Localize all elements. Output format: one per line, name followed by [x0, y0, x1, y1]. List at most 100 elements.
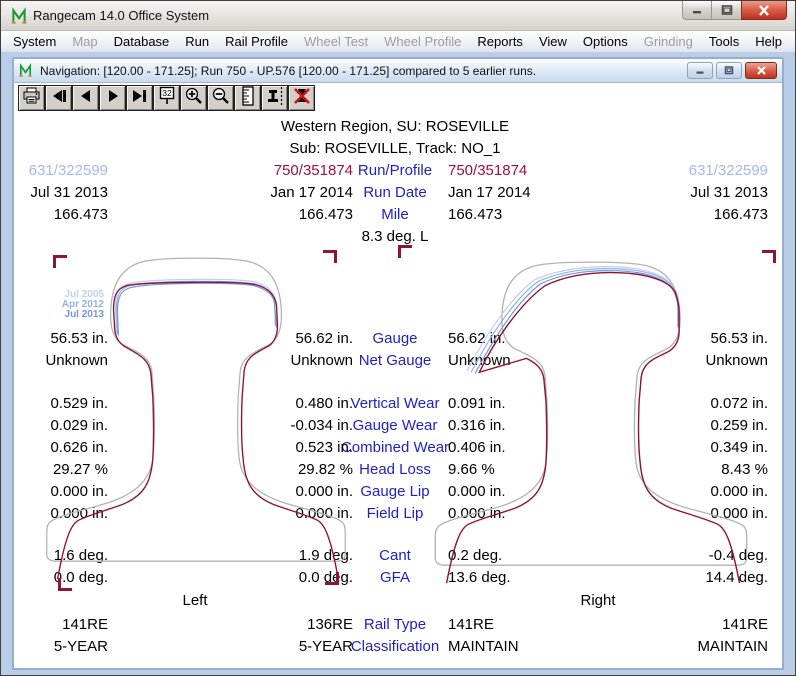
cell-classification-1: 5-YEAR — [22, 638, 108, 655]
title-bar[interactable]: Rangecam 14.0 Office System — [1, 1, 795, 31]
menu-item-wheel-profile: Wheel Profile — [376, 32, 469, 51]
nav-restore-button[interactable] — [716, 62, 742, 79]
cell-net-gauge-4: Unknown — [574, 352, 768, 369]
menu-item-options[interactable]: Options — [575, 32, 636, 51]
printer-icon — [22, 87, 41, 110]
cell-gfa-4: 14.4 deg. — [574, 569, 768, 586]
minimize-icon — [691, 5, 703, 15]
menu-item-help[interactable]: Help — [747, 32, 790, 51]
cell-rail-type-1: 141RE — [22, 616, 108, 633]
gauge-corner-marker — [53, 255, 67, 268]
nav-close-button[interactable] — [745, 62, 777, 79]
gauge-corner-marker — [323, 250, 337, 263]
cell-run-date-2: Jan 17 2014 — [164, 184, 353, 201]
close-icon — [757, 5, 771, 16]
cell-gauge-lip-1: 0.000 in. — [22, 483, 108, 500]
curvature-value: 8.3 deg. L — [315, 228, 475, 245]
first-run-button[interactable] — [45, 85, 72, 111]
window-title: Rangecam 14.0 Office System — [33, 8, 209, 23]
nav-restore-icon — [724, 66, 734, 75]
next-run-button[interactable] — [99, 85, 126, 111]
menu-item-rail-profile[interactable]: Rail Profile — [217, 32, 296, 51]
last-run-button[interactable] — [126, 85, 153, 111]
cancel-button[interactable] — [288, 85, 315, 111]
cell-head-loss-2: 29.82 % — [164, 461, 353, 478]
menu-item-reports[interactable]: Reports — [469, 32, 531, 51]
navigation-title-bar[interactable]: Navigation: [120.00 - 171.25]; Run 750 -… — [14, 59, 782, 83]
zoom-out-icon — [211, 86, 231, 111]
cell-net-gauge-1: Unknown — [22, 352, 108, 369]
track-header: Sub: ROSEVILLE, Track: NO_1 — [195, 140, 595, 157]
cell-run-profile-4: 631/322599 — [574, 162, 768, 179]
app-window: Rangecam 14.0 Office System SystemMapDat… — [0, 0, 796, 676]
cell-cant-1: 1.6 deg. — [22, 547, 108, 564]
menu-bar: SystemMapDatabaseRunRail ProfileWheel Te… — [1, 31, 795, 53]
zoom-out-button[interactable] — [207, 85, 234, 111]
maximize-button[interactable] — [712, 1, 741, 20]
legend-run-date: Jul 2013 — [34, 309, 104, 320]
cell-run-profile-2: 750/351874 — [164, 162, 353, 179]
previous-run-icon — [78, 88, 94, 109]
printer-button[interactable] — [18, 85, 45, 111]
cell-classification-4: MAINTAIN — [574, 638, 768, 655]
app-logo-icon — [10, 7, 28, 30]
cell-mile-2: 166.473 — [164, 206, 353, 223]
profile-marker-icon — [265, 86, 285, 111]
cell-gauge-wear-2: -0.034 in. — [164, 417, 353, 434]
navigation-window: Navigation: [120.00 - 171.25]; Run 750 -… — [12, 57, 784, 670]
cell-gauge-4: 56.53 in. — [574, 330, 768, 347]
menu-item-map: Map — [64, 32, 105, 51]
cell-gauge-wear-1: 0.029 in. — [22, 417, 108, 434]
cell-run-date-4: Jul 31 2013 — [574, 184, 768, 201]
cell-vertical-wear-1: 0.529 in. — [22, 395, 108, 412]
navigation-logo-icon — [18, 63, 33, 83]
svg-text:32: 32 — [162, 88, 172, 98]
cell-cant-2: 1.9 deg. — [164, 547, 353, 564]
menu-item-wheel-test: Wheel Test — [296, 32, 376, 51]
cell-rail-type-4: 141RE — [574, 616, 768, 633]
menu-item-tools[interactable]: Tools — [701, 32, 747, 51]
milepost-32-button[interactable]: 32 — [153, 85, 180, 111]
cell-net-gauge-2: Unknown — [164, 352, 353, 369]
cell-mile-4: 166.473 — [574, 206, 768, 223]
cell-field-lip-4: 0.000 in. — [574, 505, 768, 522]
cell-cant-4: -0.4 deg. — [574, 547, 768, 564]
menu-item-run[interactable]: Run — [177, 32, 217, 51]
profile-marker-button[interactable] — [261, 85, 288, 111]
right-rail-label: Right — [548, 592, 648, 609]
cell-field-lip-2: 0.000 in. — [164, 505, 353, 522]
menu-item-grinding: Grinding — [636, 32, 701, 51]
zoom-in-button[interactable] — [180, 85, 207, 111]
cell-gauge-lip-4: 0.000 in. — [574, 483, 768, 500]
nav-minimize-icon — [695, 66, 705, 75]
cell-field-lip-1: 0.000 in. — [22, 505, 108, 522]
menu-item-database[interactable]: Database — [106, 32, 178, 51]
minimize-button[interactable] — [682, 1, 712, 20]
previous-run-button[interactable] — [72, 85, 99, 111]
menu-item-view[interactable]: View — [531, 32, 575, 51]
ruler-icon — [239, 86, 257, 111]
cell-mile-1: 166.473 — [22, 206, 108, 223]
maximize-icon — [721, 5, 733, 15]
milepost-32-icon: 32 — [157, 86, 177, 111]
close-button[interactable] — [741, 1, 787, 20]
region-header: Western Region, SU: ROSEVILLE — [195, 118, 595, 135]
last-run-icon — [131, 88, 149, 109]
cell-vertical-wear-2: 0.480 in. — [164, 395, 353, 412]
zoom-in-icon — [184, 86, 204, 111]
menu-item-system[interactable]: System — [5, 32, 64, 51]
cell-head-loss-1: 29.27 % — [22, 461, 108, 478]
cell-vertical-wear-4: 0.072 in. — [574, 395, 768, 412]
nav-minimize-button[interactable] — [687, 62, 713, 79]
rail-comparison-view: Western Region, SU: ROSEVILLE Sub: ROSEV… — [14, 113, 782, 668]
cell-gauge-2: 56.62 in. — [164, 330, 353, 347]
ruler-button[interactable] — [234, 85, 261, 111]
base-corner-marker — [58, 578, 72, 591]
cancel-icon — [292, 86, 312, 111]
cell-gauge-wear-4: 0.259 in. — [574, 417, 768, 434]
cell-head-loss-4: 8.43 % — [574, 461, 768, 478]
first-run-icon — [50, 88, 68, 109]
nav-close-icon — [756, 66, 767, 75]
cell-gauge-lip-2: 0.000 in. — [164, 483, 353, 500]
cell-run-profile-1: 631/322599 — [22, 162, 108, 179]
